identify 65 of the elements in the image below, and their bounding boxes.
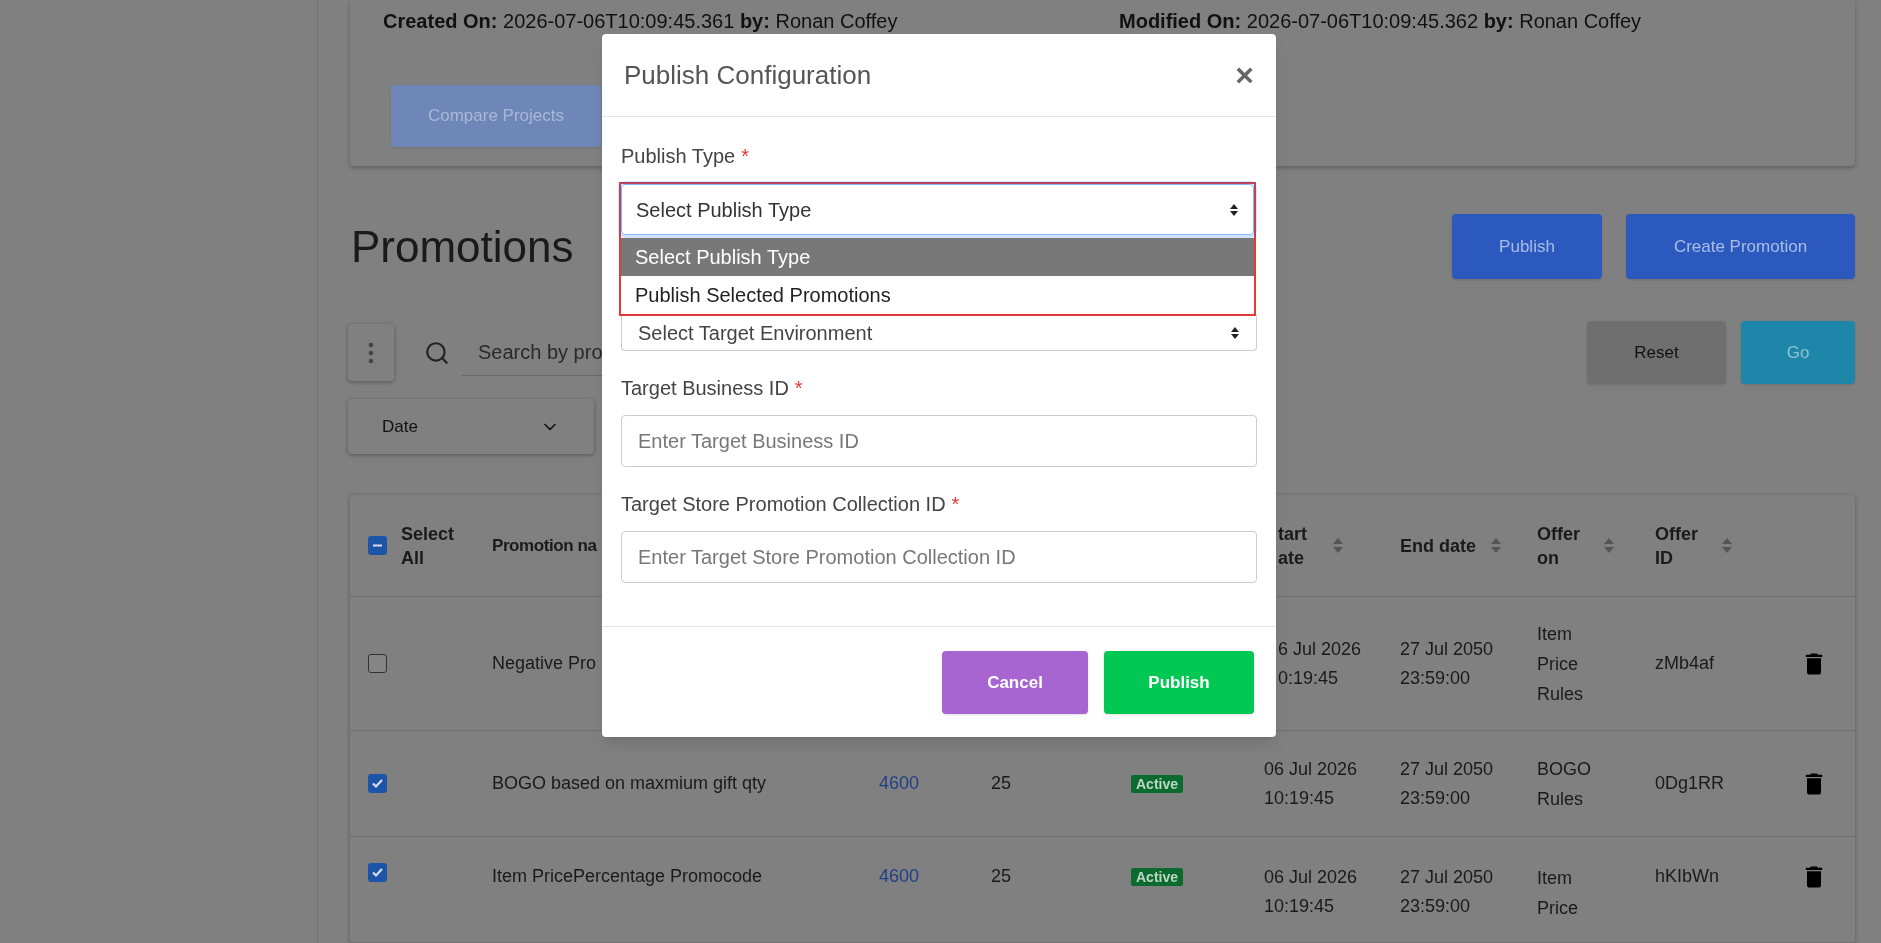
dropdown-option[interactable]: Select Publish Type <box>621 238 1254 276</box>
offer-type: BOGO Rules <box>1537 757 1592 811</box>
publish-button[interactable]: Publish <box>1452 214 1602 279</box>
offer-type: Item Price <box>1537 867 1579 920</box>
go-button[interactable]: Go <box>1741 321 1855 384</box>
end-date: 27 Jul 2050 <box>1400 637 1495 661</box>
check-icon <box>371 866 384 879</box>
end-time: 23:59:00 <box>1400 666 1472 690</box>
check-icon <box>371 777 384 790</box>
close-button[interactable]: × <box>1235 59 1254 91</box>
end-time: 23:59:00 <box>1400 895 1472 918</box>
promotion-name: BOGO based on maxmium gift qty <box>492 773 767 793</box>
required-mark: * <box>951 492 960 517</box>
end-date: 27 Jul 2050 <box>1400 866 1495 889</box>
created-info: Created On: 2026-07-06T10:09:45.361 by: Ronan Coffey <box>383 9 899 34</box>
start-date: 6 Jul 2026 <box>1278 637 1363 661</box>
field-label: Target Business ID <box>621 376 789 400</box>
field-label: Publish Type <box>621 144 736 168</box>
required-mark: * <box>741 144 749 169</box>
date-dropdown[interactable]: Date <box>348 399 594 454</box>
column-header: Offer ID <box>1655 522 1699 570</box>
promotion-name: Negative Pro <box>492 653 597 673</box>
promotion-name: Item PricePercentage Promocode <box>492 866 763 886</box>
start-time: 0:19:45 <box>1278 666 1340 690</box>
search-icon <box>424 339 450 366</box>
select-field[interactable]: Select Publish Type <box>621 184 1254 235</box>
checkbox[interactable] <box>368 863 387 882</box>
up-down-icon <box>1230 326 1240 340</box>
start-time: 10:19:45 <box>1264 786 1336 810</box>
column-header: End date <box>1400 534 1476 558</box>
promotion-link[interactable]: 4600 <box>879 773 920 793</box>
checkbox[interactable] <box>368 774 387 793</box>
column-header: tart ate <box>1278 522 1308 570</box>
cancel-button[interactable]: Cancel <box>942 651 1088 714</box>
field-label: Target Store Promotion Collection ID <box>621 492 946 516</box>
select-all-label: Select All <box>401 522 456 570</box>
modified-info: Modified On: 2026-07-06T10:09:45.362 by: Ronan Coffey <box>1119 9 1643 34</box>
up-down-icon <box>1229 202 1239 217</box>
checkbox[interactable] <box>368 536 387 555</box>
offer-type: Item Price Rules <box>1537 622 1585 706</box>
offer-id: 0Dg1RR <box>1655 773 1725 793</box>
required-mark: * <box>794 376 803 401</box>
end-date: 27 Jul 2050 <box>1400 757 1495 781</box>
page-heading: Promotions <box>350 220 574 273</box>
start-time: 10:19:45 <box>1264 895 1336 918</box>
offer-id: zMb4af <box>1655 653 1715 673</box>
column-header: Offer on <box>1537 522 1581 570</box>
input-field[interactable]: Enter Target Store Promotion Collection ID <box>621 531 1257 583</box>
checkbox[interactable] <box>368 654 387 673</box>
quantity-cell: 25 <box>991 866 1012 886</box>
quantity-cell: 25 <box>991 773 1012 793</box>
status-badge: Active <box>1131 868 1184 886</box>
publish-button[interactable]: Publish <box>1104 651 1254 714</box>
create-promotion-button[interactable]: Create Promotion <box>1626 214 1855 279</box>
end-time: 23:59:00 <box>1400 786 1472 810</box>
reset-button[interactable]: Reset <box>1587 321 1726 384</box>
dialog-title: Publish Configuration <box>624 58 872 92</box>
start-date: 06 Jul 2026 <box>1264 866 1359 889</box>
column-header: Promotion na <box>492 534 597 557</box>
promotion-link[interactable]: 4600 <box>879 866 920 886</box>
status-badge: Active <box>1131 775 1184 793</box>
kebab-icon <box>368 341 374 364</box>
start-date: 06 Jul 2026 <box>1264 757 1359 781</box>
input-field[interactable]: Enter Target Business ID <box>621 415 1257 467</box>
offer-id: hKIbWn <box>1655 866 1720 886</box>
